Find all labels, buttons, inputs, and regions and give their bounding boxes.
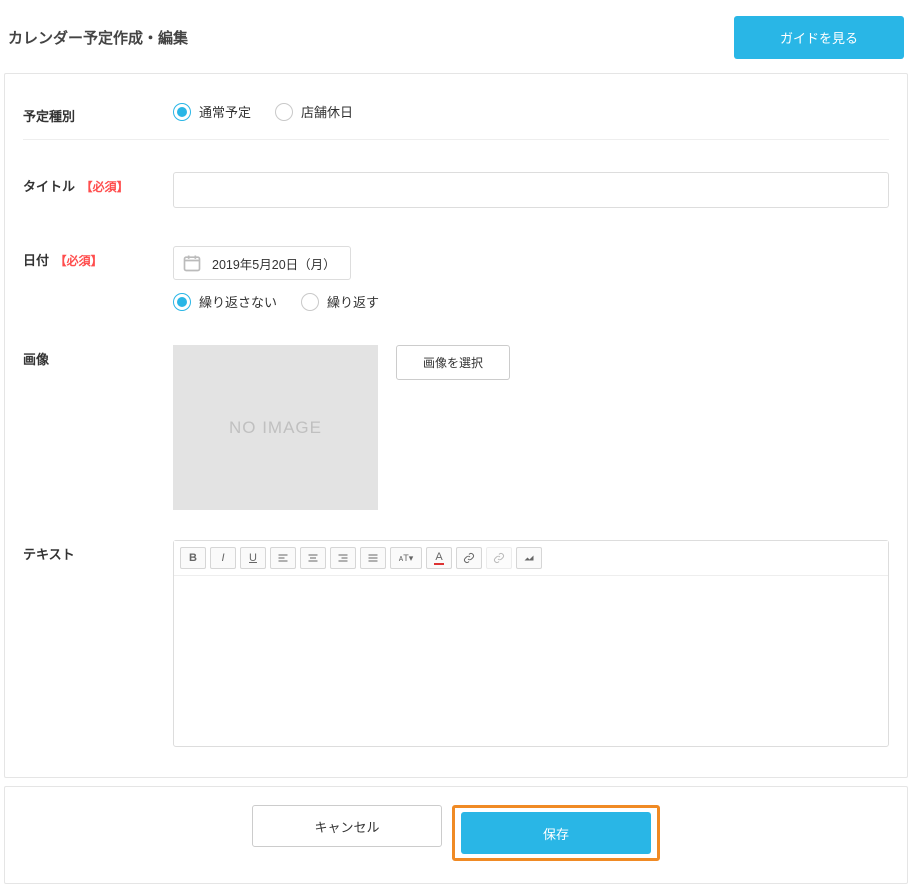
bold-button[interactable]: B — [180, 547, 206, 569]
radio-circle-icon — [173, 293, 191, 311]
image-preview: NO IMAGE — [173, 345, 378, 510]
title-input[interactable] — [173, 172, 889, 208]
save-button-highlight: 保存 — [452, 805, 660, 861]
radio-schedule-holiday[interactable]: 店舗休日 — [275, 102, 353, 121]
unlink-button[interactable] — [486, 547, 512, 569]
radio-circle-icon — [301, 293, 319, 311]
no-image-text: NO IMAGE — [229, 418, 322, 438]
editor-toolbar: B I U — [174, 541, 888, 576]
label-schedule-type: 予定種別 — [23, 102, 173, 125]
label-date-text: 日付 — [23, 253, 49, 268]
radio-label: 繰り返さない — [199, 292, 277, 311]
font-color-button[interactable]: A — [426, 547, 452, 569]
label-title-text: タイトル — [23, 179, 75, 194]
rich-text-editor: B I U — [173, 540, 889, 747]
required-badge: 【必須】 — [55, 254, 103, 268]
align-right-button[interactable] — [330, 547, 356, 569]
radio-label: 繰り返す — [327, 292, 379, 311]
radio-no-repeat[interactable]: 繰り返さない — [173, 292, 277, 311]
font-size-button[interactable]: ᴀT▾ — [390, 547, 422, 569]
label-title: タイトル 【必須】 — [23, 172, 173, 208]
radio-label: 通常予定 — [199, 102, 251, 121]
align-center-button[interactable] — [300, 547, 326, 569]
page-title: カレンダー予定作成・編集 — [8, 27, 188, 48]
required-badge: 【必須】 — [81, 180, 129, 194]
repeat-radio-group: 繰り返さない 繰り返す — [173, 292, 889, 311]
align-justify-button[interactable] — [360, 547, 386, 569]
radio-circle-icon — [275, 103, 293, 121]
clear-format-button[interactable] — [516, 547, 542, 569]
underline-button[interactable]: U — [240, 547, 266, 569]
date-picker[interactable]: 2019年5月20日（月） — [173, 246, 351, 280]
calendar-icon — [182, 253, 202, 273]
label-date: 日付 【必須】 — [23, 246, 173, 311]
radio-circle-icon — [173, 103, 191, 121]
schedule-type-radio-group: 通常予定 店舗休日 — [173, 102, 889, 121]
guide-button[interactable]: ガイドを見る — [734, 16, 904, 59]
label-image: 画像 — [23, 345, 173, 368]
italic-button[interactable]: I — [210, 547, 236, 569]
select-image-button[interactable]: 画像を選択 — [396, 345, 510, 380]
date-value: 2019年5月20日（月） — [212, 254, 336, 273]
radio-repeat[interactable]: 繰り返す — [301, 292, 379, 311]
label-text: テキスト — [23, 540, 173, 747]
save-button[interactable]: 保存 — [461, 812, 651, 854]
radio-label: 店舗休日 — [301, 102, 353, 121]
cancel-button[interactable]: キャンセル — [252, 805, 442, 847]
radio-schedule-normal[interactable]: 通常予定 — [173, 102, 251, 121]
link-button[interactable] — [456, 547, 482, 569]
editor-body[interactable] — [174, 576, 888, 746]
align-left-button[interactable] — [270, 547, 296, 569]
